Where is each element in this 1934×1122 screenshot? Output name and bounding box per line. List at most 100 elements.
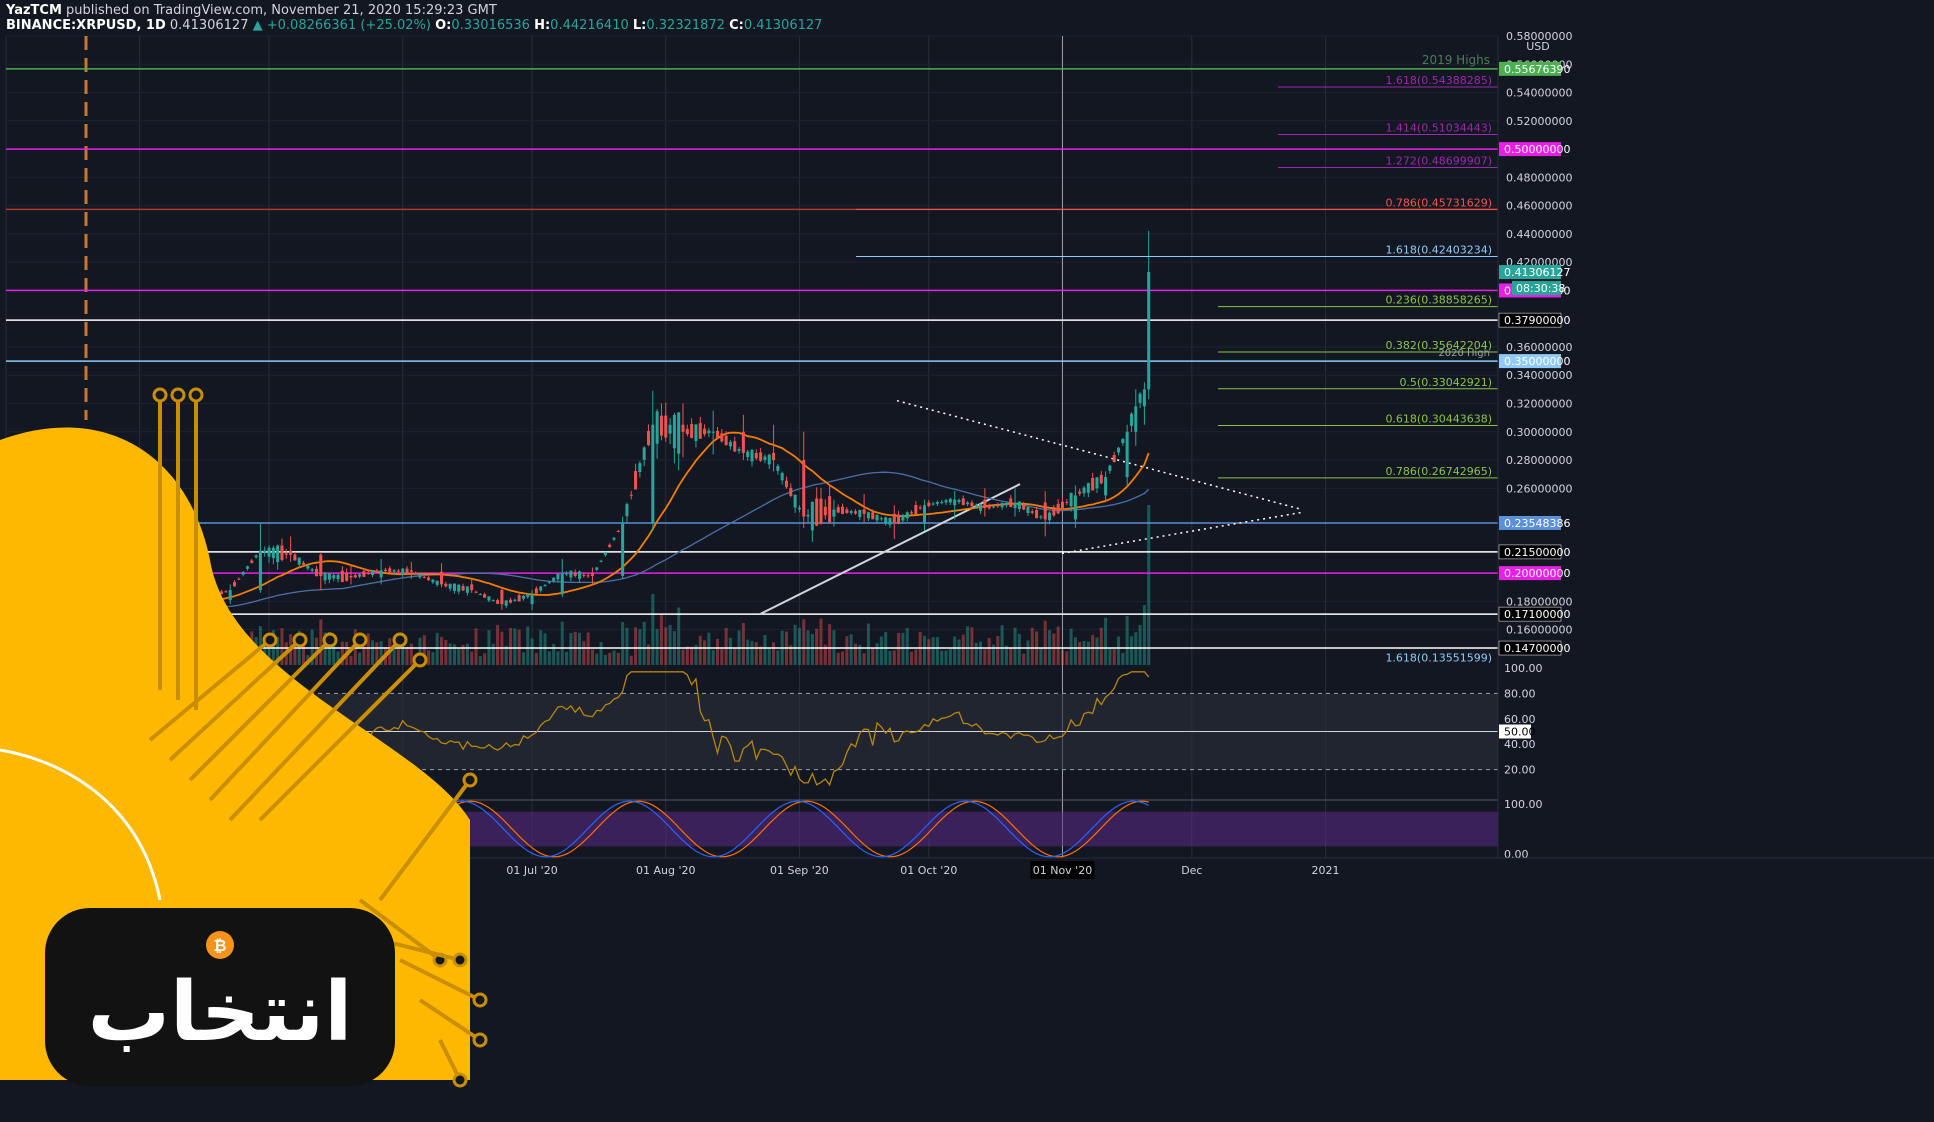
volume-bar [875, 643, 879, 665]
candle-body [1104, 477, 1108, 496]
candle-body [353, 575, 357, 578]
volume-bar [772, 642, 776, 665]
candle-body [448, 583, 452, 589]
candle-body [1121, 439, 1125, 444]
candle-body [737, 449, 741, 451]
time-tick: 2021 [1312, 864, 1340, 877]
volume-bar [1026, 640, 1030, 665]
candle-body [1069, 492, 1073, 507]
fib-label: 0.5(0.33042921) [1399, 376, 1492, 389]
candle-body [375, 570, 379, 573]
volume-bar [996, 636, 1000, 665]
candle-body [789, 487, 793, 496]
candle-body [1052, 508, 1056, 516]
candle-body [543, 585, 547, 587]
chart-canvas[interactable]: 2019 Highs2020 High 1.618(0.54388285) 1.4… [0, 0, 1934, 1122]
candle-body [970, 502, 974, 506]
candle-body [961, 498, 965, 505]
volume-bar [1086, 641, 1090, 665]
volume-bar [616, 652, 620, 665]
candle-body [1000, 502, 1004, 508]
candle-body [379, 570, 383, 578]
volume-bar [319, 619, 323, 665]
price-level-label: 0.37900000 [1504, 314, 1570, 327]
candle-body [496, 600, 500, 604]
candle-body [539, 586, 543, 591]
circuit-pad [392, 632, 408, 648]
volume-bar [552, 643, 556, 665]
candle-body [534, 588, 538, 594]
candle-body [418, 573, 422, 578]
candle-body [526, 594, 530, 597]
candle-body [720, 433, 724, 442]
candle-body [396, 570, 400, 572]
volume-bar [582, 641, 586, 665]
candle-body [392, 570, 396, 572]
price-level-label: 0.50000000 [1504, 143, 1570, 156]
price-level-label: 0.55676390 [1504, 63, 1570, 76]
volume-bar [526, 626, 530, 665]
candle-body [224, 591, 228, 593]
candle-body [1078, 491, 1082, 494]
volume-bar [651, 593, 655, 665]
volume-bar [797, 627, 801, 665]
fib-label: 0.786(0.26742965) [1385, 465, 1492, 478]
candle-body [289, 550, 293, 555]
candle-body [1129, 413, 1133, 426]
volume-bar [578, 632, 582, 665]
candle-body [914, 504, 918, 515]
candle-body [646, 431, 651, 446]
candle-body [1048, 512, 1052, 521]
volume-bar [957, 639, 961, 665]
volume-bar [940, 650, 944, 665]
candle-body [517, 595, 521, 602]
candle-body [983, 499, 987, 509]
volume-bar [371, 640, 375, 665]
candle-body [802, 460, 806, 517]
volume-bar [1082, 640, 1086, 665]
candle-body [500, 590, 504, 605]
candle-body [1117, 447, 1121, 453]
candle-body [556, 573, 560, 580]
candle-body [547, 581, 551, 583]
volume-bar [534, 652, 538, 665]
candle-body [608, 544, 612, 548]
candle-body [828, 496, 832, 523]
candle-body [228, 590, 232, 600]
candle-body [629, 494, 633, 496]
candle-body [435, 580, 439, 585]
volume-bar [953, 636, 957, 665]
candle-body [703, 428, 707, 435]
candle-body [784, 480, 789, 488]
triangle-lower-line [1061, 511, 1303, 555]
candle-body [616, 530, 620, 532]
candle-body [1082, 487, 1086, 494]
volume-bar [1138, 625, 1142, 665]
candle-body [694, 424, 698, 442]
stoch-tick: 0.00 [1504, 848, 1529, 861]
volume-bar [1069, 628, 1073, 665]
volume-bar [871, 648, 875, 665]
volume-bar [409, 643, 413, 665]
circuit-pad [170, 387, 186, 403]
candle-body [966, 502, 970, 505]
candle-body [733, 441, 737, 452]
candle-body [853, 511, 858, 514]
candle-body [560, 573, 564, 595]
volume-bar [849, 634, 853, 665]
candle-body [414, 572, 418, 575]
volume-bar [362, 646, 366, 665]
candle-body [241, 571, 245, 575]
volume-bar [293, 648, 297, 665]
candle-body [1138, 393, 1142, 403]
volume-bar [853, 643, 858, 665]
candle-body [366, 572, 370, 574]
price-level-label: 0.17100000 [1504, 608, 1570, 621]
candle-body [457, 584, 461, 592]
volume-bar [1125, 616, 1129, 665]
volume-bar [983, 649, 987, 665]
volume-bar [474, 628, 478, 665]
circuit-pad [472, 1032, 488, 1048]
candle-body [444, 583, 448, 587]
price-tick: 0.54000000 [1506, 87, 1572, 100]
